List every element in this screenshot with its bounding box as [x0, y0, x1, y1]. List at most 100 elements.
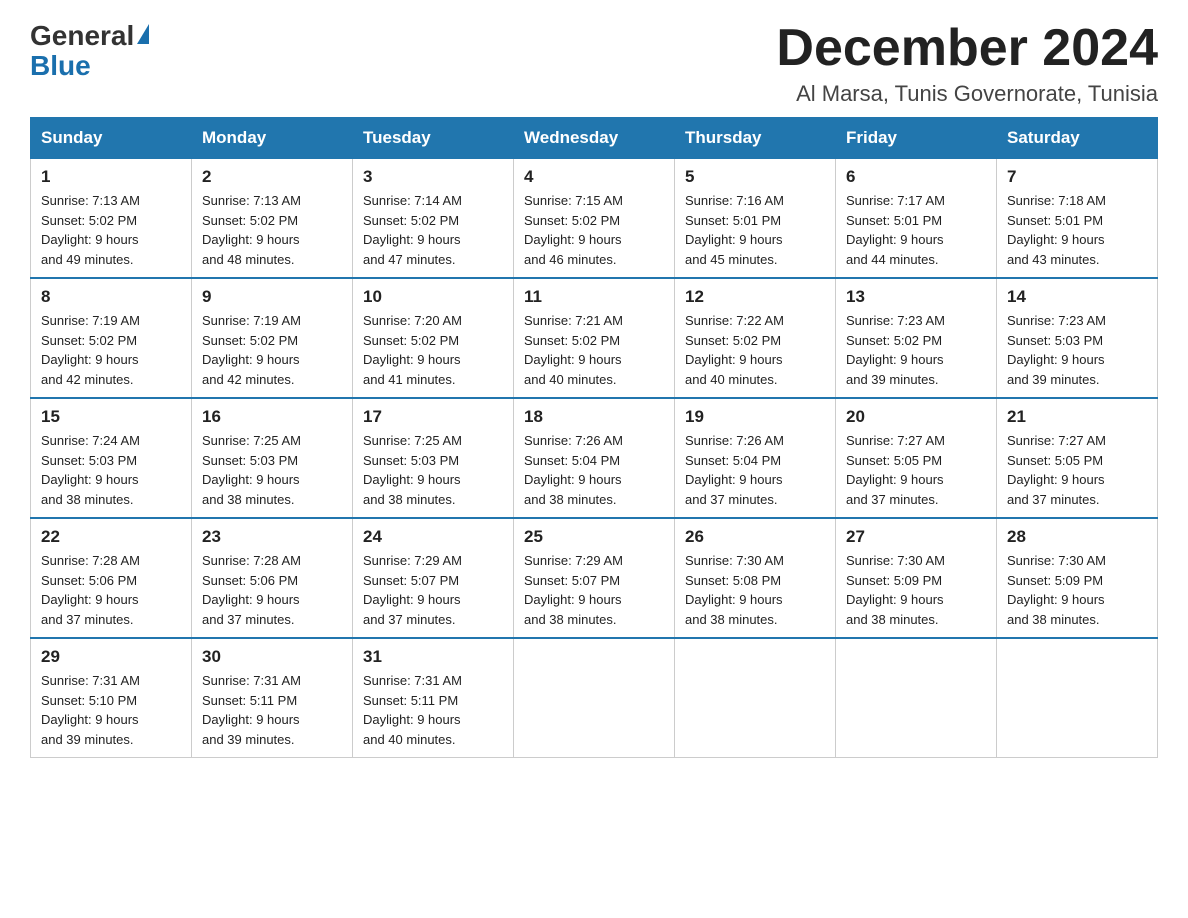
- day-number: 12: [685, 287, 825, 307]
- day-info: Sunrise: 7:26 AMSunset: 5:04 PMDaylight:…: [524, 431, 664, 509]
- day-number: 30: [202, 647, 342, 667]
- page-header: General Blue December 2024 Al Marsa, Tun…: [30, 20, 1158, 107]
- day-number: 29: [41, 647, 181, 667]
- calendar-cell: 24 Sunrise: 7:29 AMSunset: 5:07 PMDayligh…: [353, 518, 514, 638]
- day-number: 19: [685, 407, 825, 427]
- calendar-cell: 26 Sunrise: 7:30 AMSunset: 5:08 PMDayligh…: [675, 518, 836, 638]
- calendar-cell: 16Sunrise: 7:25 AMSunset: 5:03 PMDayligh…: [192, 398, 353, 518]
- day-info: Sunrise: 7:23 AMSunset: 5:02 PMDaylight:…: [846, 311, 986, 389]
- calendar-cell: 11 Sunrise: 7:21 AMSunset: 5:02 PMDayligh…: [514, 278, 675, 398]
- day-number: 14: [1007, 287, 1147, 307]
- day-number: 25: [524, 527, 664, 547]
- calendar-cell: 22Sunrise: 7:28 AMSunset: 5:06 PMDayligh…: [31, 518, 192, 638]
- header-saturday: Saturday: [997, 118, 1158, 159]
- calendar-cell: 9 Sunrise: 7:19 AMSunset: 5:02 PMDaylight…: [192, 278, 353, 398]
- calendar-cell: 5Sunrise: 7:16 AMSunset: 5:01 PMDaylight…: [675, 159, 836, 279]
- header-thursday: Thursday: [675, 118, 836, 159]
- calendar-cell: 2Sunrise: 7:13 AMSunset: 5:02 PMDaylight…: [192, 159, 353, 279]
- day-number: 17: [363, 407, 503, 427]
- day-info: Sunrise: 7:21 AMSunset: 5:02 PMDaylight:…: [524, 311, 664, 389]
- calendar-cell: 23 Sunrise: 7:28 AMSunset: 5:06 PMDayligh…: [192, 518, 353, 638]
- day-number: 5: [685, 167, 825, 187]
- day-info: Sunrise: 7:15 AMSunset: 5:02 PMDaylight:…: [524, 191, 664, 269]
- calendar-cell: 17 Sunrise: 7:25 AMSunset: 5:03 PMDayligh…: [353, 398, 514, 518]
- header-friday: Friday: [836, 118, 997, 159]
- day-info: Sunrise: 7:23 AMSunset: 5:03 PMDaylight:…: [1007, 311, 1147, 389]
- day-info: Sunrise: 7:29 AMSunset: 5:07 PMDaylight:…: [363, 551, 503, 629]
- logo-general-text: General: [30, 20, 134, 52]
- calendar-cell: 29 Sunrise: 7:31 AMSunset: 5:10 PMDayligh…: [31, 638, 192, 758]
- title-block: December 2024 Al Marsa, Tunis Governorat…: [776, 20, 1158, 107]
- logo-triangle-icon: [137, 24, 149, 44]
- day-number: 1: [41, 167, 181, 187]
- calendar-week-row: 15Sunrise: 7:24 AMSunset: 5:03 PMDayligh…: [31, 398, 1158, 518]
- calendar-cell: 6Sunrise: 7:17 AMSunset: 5:01 PMDaylight…: [836, 159, 997, 279]
- day-info: Sunrise: 7:22 AMSunset: 5:02 PMDaylight:…: [685, 311, 825, 389]
- calendar-cell: 12 Sunrise: 7:22 AMSunset: 5:02 PMDayligh…: [675, 278, 836, 398]
- day-number: 10: [363, 287, 503, 307]
- day-number: 28: [1007, 527, 1147, 547]
- day-number: 4: [524, 167, 664, 187]
- day-info: Sunrise: 7:29 AMSunset: 5:07 PMDaylight:…: [524, 551, 664, 629]
- calendar-cell: 8 Sunrise: 7:19 AMSunset: 5:02 PMDaylight…: [31, 278, 192, 398]
- calendar-cell: [836, 638, 997, 758]
- day-info: Sunrise: 7:25 AMSunset: 5:03 PMDaylight:…: [202, 431, 342, 509]
- day-number: 2: [202, 167, 342, 187]
- day-number: 21: [1007, 407, 1147, 427]
- location-title: Al Marsa, Tunis Governorate, Tunisia: [776, 81, 1158, 107]
- day-info: Sunrise: 7:27 AMSunset: 5:05 PMDaylight:…: [1007, 431, 1147, 509]
- day-number: 31: [363, 647, 503, 667]
- calendar-cell: 21 Sunrise: 7:27 AMSunset: 5:05 PMDayligh…: [997, 398, 1158, 518]
- day-number: 23: [202, 527, 342, 547]
- day-number: 9: [202, 287, 342, 307]
- calendar-cell: 30Sunrise: 7:31 AMSunset: 5:11 PMDayligh…: [192, 638, 353, 758]
- month-title: December 2024: [776, 20, 1158, 77]
- calendar-cell: 27Sunrise: 7:30 AMSunset: 5:09 PMDayligh…: [836, 518, 997, 638]
- calendar-cell: 31 Sunrise: 7:31 AMSunset: 5:11 PMDayligh…: [353, 638, 514, 758]
- day-info: Sunrise: 7:25 AMSunset: 5:03 PMDaylight:…: [363, 431, 503, 509]
- day-number: 24: [363, 527, 503, 547]
- calendar-table: SundayMondayTuesdayWednesdayThursdayFrid…: [30, 117, 1158, 758]
- day-info: Sunrise: 7:30 AMSunset: 5:09 PMDaylight:…: [846, 551, 986, 629]
- day-number: 20: [846, 407, 986, 427]
- calendar-cell: 15Sunrise: 7:24 AMSunset: 5:03 PMDayligh…: [31, 398, 192, 518]
- calendar-week-row: 22 Sunrise: 7:28 AMSunset: 5:06 PMDayligh…: [31, 518, 1158, 638]
- day-info: Sunrise: 7:28 AMSunset: 5:06 PMDaylight:…: [202, 551, 342, 629]
- day-info: Sunrise: 7:20 AMSunset: 5:02 PMDaylight:…: [363, 311, 503, 389]
- day-number: 8: [41, 287, 181, 307]
- calendar-cell: 14 Sunrise: 7:23 AMSunset: 5:03 PMDayligh…: [997, 278, 1158, 398]
- day-number: 7: [1007, 167, 1147, 187]
- header-sunday: Sunday: [31, 118, 192, 159]
- header-wednesday: Wednesday: [514, 118, 675, 159]
- calendar-cell: [675, 638, 836, 758]
- calendar-cell: 18 Sunrise: 7:26 AMSunset: 5:04 PMDayligh…: [514, 398, 675, 518]
- day-info: Sunrise: 7:30 AMSunset: 5:09 PMDaylight:…: [1007, 551, 1147, 629]
- calendar-cell: 20Sunrise: 7:27 AMSunset: 5:05 PMDayligh…: [836, 398, 997, 518]
- day-info: Sunrise: 7:26 AMSunset: 5:04 PMDaylight:…: [685, 431, 825, 509]
- day-info: Sunrise: 7:31 AMSunset: 5:10 PMDaylight:…: [41, 671, 181, 749]
- calendar-cell: 1 Sunrise: 7:13 AMSunset: 5:02 PMDaylight…: [31, 159, 192, 279]
- calendar-cell: 4 Sunrise: 7:15 AMSunset: 5:02 PMDaylight…: [514, 159, 675, 279]
- day-number: 15: [41, 407, 181, 427]
- day-info: Sunrise: 7:18 AMSunset: 5:01 PMDaylight:…: [1007, 191, 1147, 269]
- header-tuesday: Tuesday: [353, 118, 514, 159]
- calendar-cell: 25 Sunrise: 7:29 AMSunset: 5:07 PMDayligh…: [514, 518, 675, 638]
- day-number: 18: [524, 407, 664, 427]
- calendar-cell: 19 Sunrise: 7:26 AMSunset: 5:04 PMDayligh…: [675, 398, 836, 518]
- day-number: 22: [41, 527, 181, 547]
- calendar-cell: [514, 638, 675, 758]
- day-info: Sunrise: 7:17 AMSunset: 5:01 PMDaylight:…: [846, 191, 986, 269]
- day-info: Sunrise: 7:13 AMSunset: 5:02 PMDaylight:…: [41, 191, 181, 269]
- calendar-week-row: 29 Sunrise: 7:31 AMSunset: 5:10 PMDayligh…: [31, 638, 1158, 758]
- day-number: 3: [363, 167, 503, 187]
- day-info: Sunrise: 7:19 AMSunset: 5:02 PMDaylight:…: [202, 311, 342, 389]
- calendar-cell: 3Sunrise: 7:14 AMSunset: 5:02 PMDaylight…: [353, 159, 514, 279]
- day-number: 13: [846, 287, 986, 307]
- day-info: Sunrise: 7:19 AMSunset: 5:02 PMDaylight:…: [41, 311, 181, 389]
- day-number: 26: [685, 527, 825, 547]
- logo: General Blue: [30, 20, 149, 82]
- day-info: Sunrise: 7:30 AMSunset: 5:08 PMDaylight:…: [685, 551, 825, 629]
- day-number: 11: [524, 287, 664, 307]
- calendar-cell: 10 Sunrise: 7:20 AMSunset: 5:02 PMDayligh…: [353, 278, 514, 398]
- day-info: Sunrise: 7:31 AMSunset: 5:11 PMDaylight:…: [363, 671, 503, 749]
